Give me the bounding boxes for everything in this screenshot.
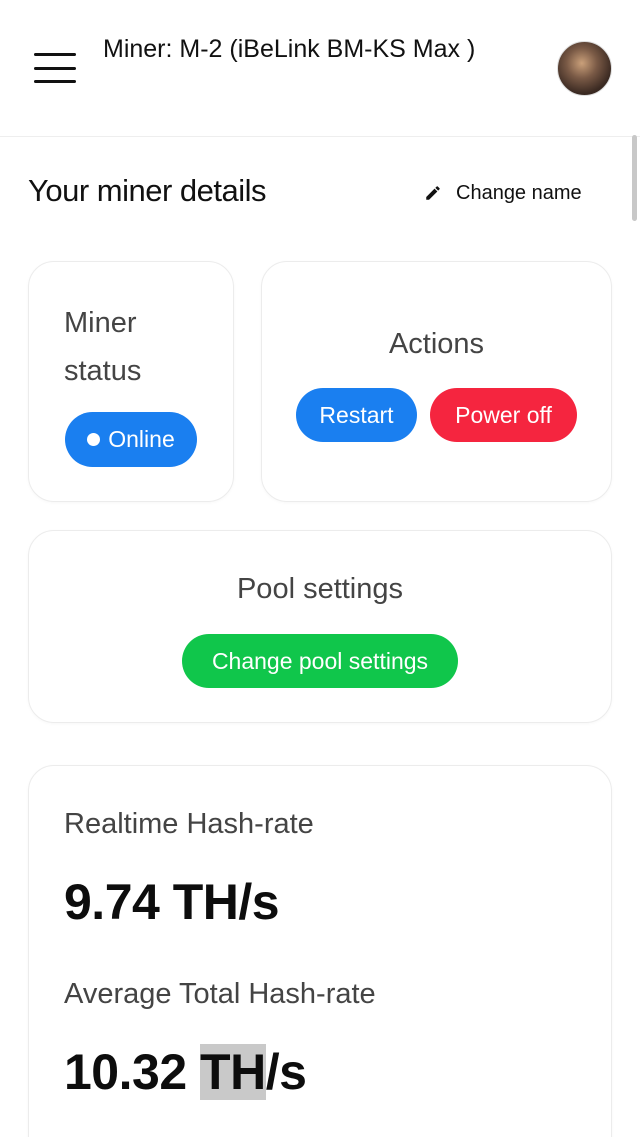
average-hashrate-unit-rest: /s xyxy=(265,1044,307,1100)
miner-status-card: Miner status Online xyxy=(28,261,234,502)
pencil-icon xyxy=(426,186,440,200)
average-hashrate-number: 10.32 xyxy=(64,1044,187,1100)
pool-settings-label: Pool settings xyxy=(236,573,404,605)
miner-details-page: Miner: M-2 (iBeLink BM-KS Max ) Your min… xyxy=(0,0,640,1137)
status-value: Online xyxy=(108,426,175,452)
restart-button[interactable]: Restart xyxy=(296,388,417,442)
status-dot-icon xyxy=(87,433,101,446)
average-hashrate-value: 10.32 TH/s xyxy=(64,1043,307,1101)
scrollbar[interactable] xyxy=(632,135,637,221)
hashrate-card: Realtime Hash-rate 9.74 TH/s Average Tot… xyxy=(28,765,612,1137)
average-hashrate-unit-selected: TH xyxy=(200,1044,266,1100)
section-title: Your miner details xyxy=(28,173,267,208)
pool-settings-card: Pool settings Change pool settings xyxy=(28,530,612,723)
page-title: Miner: M-2 (iBeLink BM-KS Max ) xyxy=(103,35,476,63)
user-avatar[interactable] xyxy=(557,41,612,96)
change-pool-settings-button[interactable]: Change pool settings xyxy=(182,634,458,688)
actions-card: Actions Restart Power off xyxy=(261,261,612,502)
status-badge: Online xyxy=(65,412,197,467)
realtime-hashrate-label: Realtime Hash-rate xyxy=(64,808,314,840)
average-hashrate-label: Average Total Hash-rate xyxy=(64,978,376,1010)
power-off-button[interactable]: Power off xyxy=(430,388,577,442)
change-name-label: Change name xyxy=(456,181,582,204)
change-name-button[interactable]: Change name xyxy=(424,180,582,206)
actions-label: Actions xyxy=(388,328,485,360)
realtime-hashrate-value: 9.74 TH/s xyxy=(64,874,280,930)
miner-status-label: Miner status xyxy=(64,307,142,387)
hamburger-menu-icon[interactable] xyxy=(34,53,76,83)
app-header: Miner: M-2 (iBeLink BM-KS Max ) xyxy=(0,0,640,137)
